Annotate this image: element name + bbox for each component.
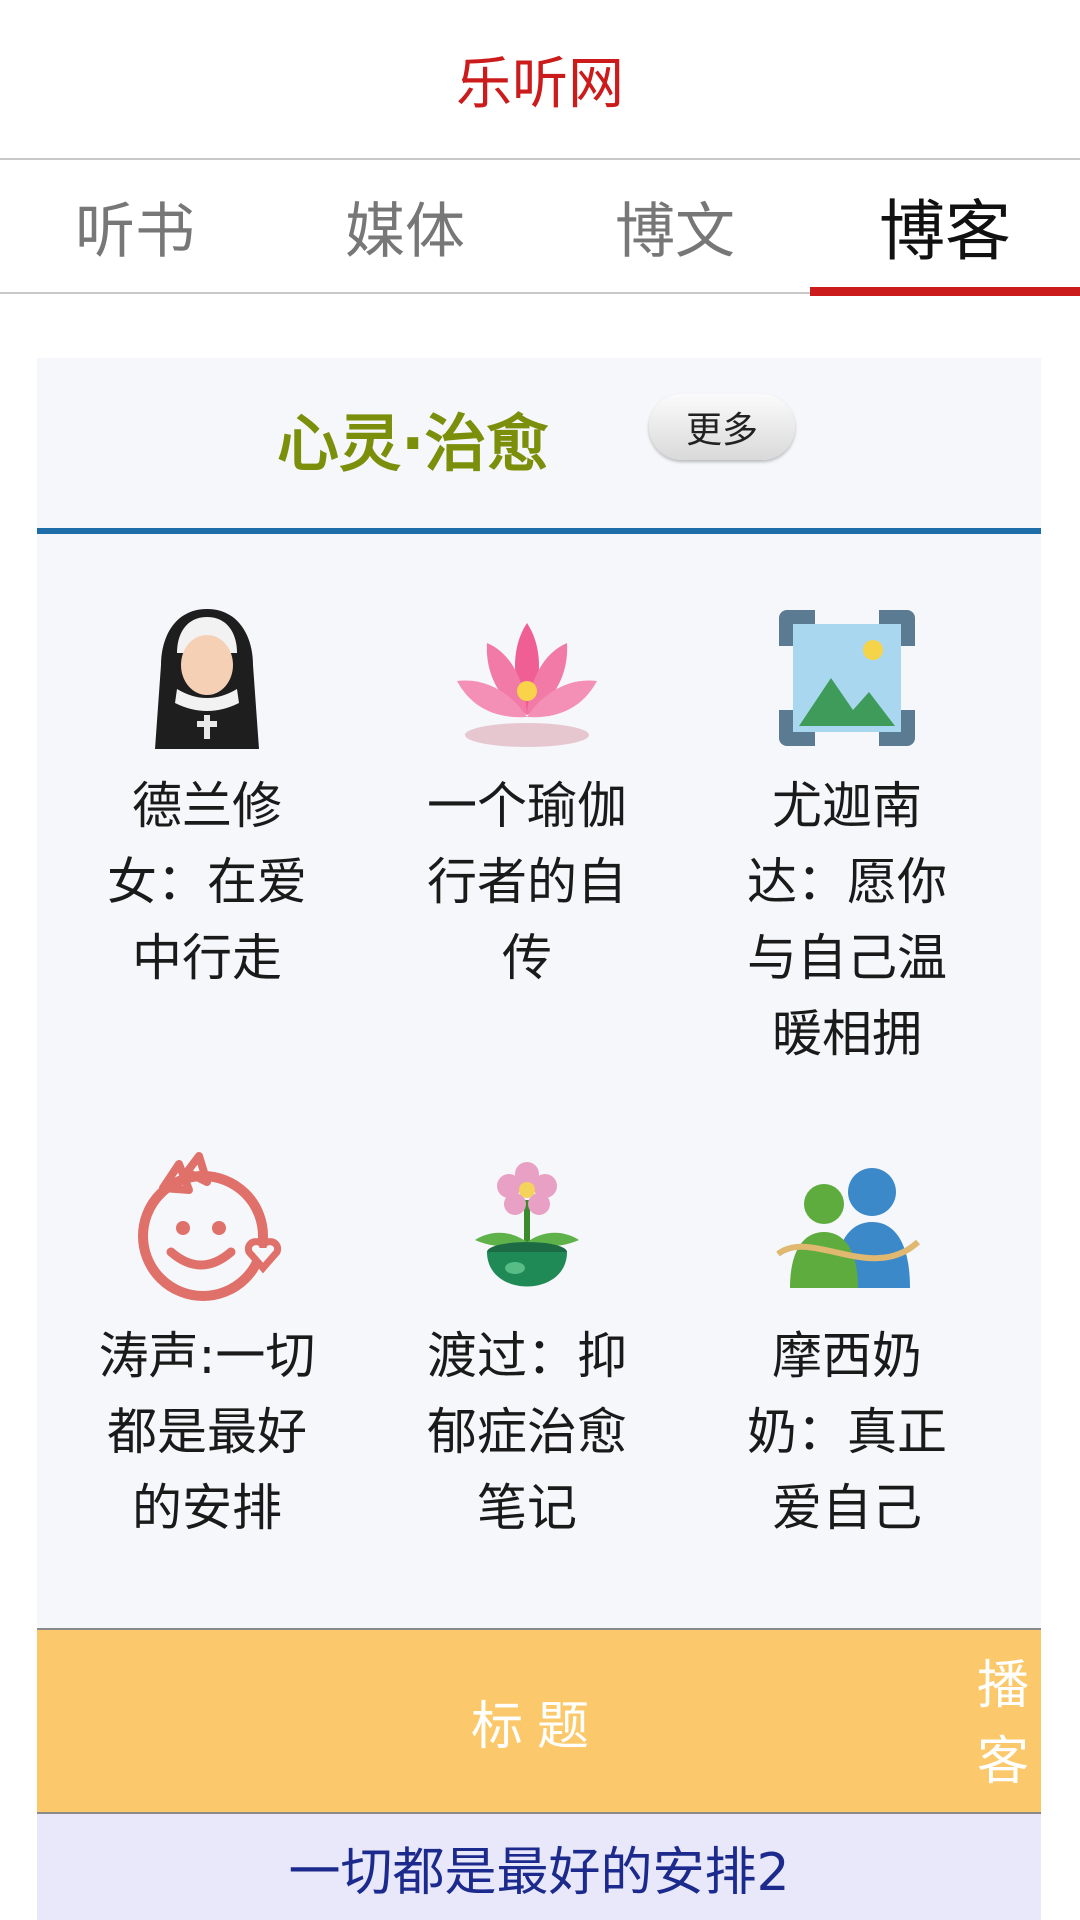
tab-media[interactable]: 媒体	[270, 160, 540, 292]
book-title: 一个瑜伽行者的自传	[427, 777, 627, 987]
book-title: 涛声:一切都是最好的安排	[98, 1327, 316, 1537]
contacts-icon	[767, 1148, 927, 1308]
book-item[interactable]: 涛声:一切都是最好的安排	[47, 1148, 367, 1546]
episode-link[interactable]: 一切都是最好的安排2	[37, 1814, 1041, 1920]
tab-audiobooks[interactable]: 听书	[0, 160, 270, 292]
section-title: 心灵·治愈	[277, 407, 549, 480]
site-title: 乐听网	[456, 51, 624, 117]
book-item[interactable]: 摩西奶奶：真正爱自己	[687, 1148, 1007, 1546]
column-title: 标题	[470, 1696, 603, 1757]
section-divider	[37, 528, 1041, 534]
potted-flower-icon	[447, 1148, 607, 1308]
book-title: 尤迦南达：愿你与自己温暖相拥	[747, 777, 947, 1063]
book-title: 德兰修女：在爱中行走	[107, 777, 307, 987]
tab-blog[interactable]: 博客	[810, 160, 1080, 296]
book-item[interactable]: 渡过：抑郁症治愈笔记	[367, 1148, 687, 1546]
book-item[interactable]: 尤迦南达：愿你与自己温暖相拥	[687, 598, 1007, 1072]
smiley-girl-icon	[127, 1148, 287, 1308]
book-item[interactable]: 一个瑜伽行者的自传	[367, 598, 687, 996]
book-title: 渡过：抑郁症治愈笔记	[427, 1327, 627, 1537]
nun-icon	[127, 598, 287, 758]
lotus-icon	[447, 598, 607, 758]
book-item[interactable]: 德兰修女：在爱中行走	[47, 598, 367, 996]
column-podcast: 播客	[976, 1656, 1029, 1792]
image-placeholder-icon	[767, 598, 927, 758]
table-header: 标题 播客	[37, 1628, 1041, 1812]
book-title: 摩西奶奶：真正爱自己	[747, 1327, 947, 1537]
table-row[interactable]: 一切都是最好的安排2	[37, 1812, 1041, 1920]
tab-bar: 听书 媒体 博文 博客	[0, 158, 1080, 296]
more-button[interactable]: 更多	[649, 394, 795, 460]
tab-articles[interactable]: 博文	[540, 160, 810, 292]
section-panel: 心灵·治愈 更多 德兰修女：在爱中行走 一个瑜伽行者的自传 尤迦南达：愿你与自己…	[37, 358, 1041, 1628]
